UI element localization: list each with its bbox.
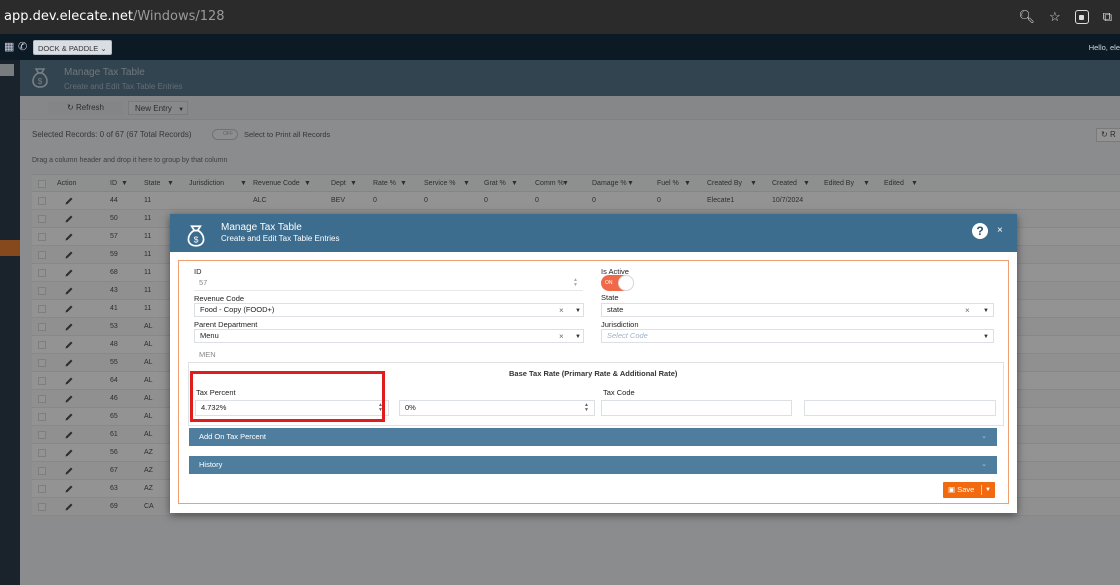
add-on-tax-title: Add On Tax Percent: [199, 432, 266, 441]
save-button[interactable]: ▣ Save ▼: [943, 482, 995, 498]
location-label: DOCK & PADDLE: [38, 44, 99, 53]
clear-parent-icon[interactable]: ×: [559, 332, 564, 341]
save-divider: [981, 485, 982, 495]
revenue-code-select[interactable]: Food - Copy (FOOD+): [194, 303, 584, 317]
state-label: State: [601, 293, 619, 302]
building-icon[interactable]: ▦: [4, 40, 14, 53]
history-accordion[interactable]: History ⌄: [189, 456, 997, 474]
location-dropdown[interactable]: DOCK & PADDLE ⌄: [33, 40, 112, 55]
state-dropdown-icon[interactable]: ▼: [983, 308, 989, 314]
id-stepper[interactable]: ▲ ▼: [573, 278, 578, 288]
browser-chrome: app.dev.elecate.net/Windows/128 🔍︎ ☆ ⧉: [0, 0, 1120, 34]
modal-title: Manage Tax Table: [221, 222, 302, 233]
tax-code-label: Tax Code: [603, 388, 635, 397]
close-icon[interactable]: ×: [997, 225, 1003, 236]
modal-header: $ Manage Tax Table Create and Edit Tax T…: [170, 214, 1017, 252]
state-select[interactable]: state: [601, 303, 994, 317]
help-icon[interactable]: ?: [972, 223, 988, 239]
base-tax-rate-title: Base Tax Rate (Primary Rate & Additional…: [509, 369, 678, 378]
parent-department-value: Menu: [200, 331, 219, 340]
id-value: 57: [199, 278, 208, 287]
modal-subtitle: Create and Edit Tax Table Entries: [221, 234, 340, 243]
jurisdiction-dropdown-icon[interactable]: ▼: [983, 334, 989, 340]
additional-rate-input[interactable]: 0% ▲ ▼: [399, 400, 595, 416]
chevron-down-icon: ⌄: [100, 44, 107, 53]
jurisdiction-label: Jurisdiction: [601, 320, 639, 329]
tax-percent-highlight: [190, 371, 385, 422]
chevron-down-icon: ⌄: [981, 461, 987, 468]
jurisdiction-placeholder: Select Code: [607, 331, 648, 340]
add-on-tax-accordion[interactable]: Add On Tax Percent ⌄: [189, 428, 997, 446]
toggle-knob: [618, 275, 634, 291]
address-bar[interactable]: app.dev.elecate.net/Windows/128: [4, 9, 225, 24]
user-greeting[interactable]: Hello, ele: [1089, 43, 1120, 52]
tax-code-secondary-input[interactable]: [804, 400, 996, 416]
chevron-down-icon: ⌄: [981, 433, 987, 440]
additional-rate-value: 0%: [405, 403, 416, 412]
browser-toolbar-icons: 🔍︎ ☆ ⧉: [1019, 7, 1120, 27]
url-host: app.dev.elecate.net: [4, 9, 133, 24]
parent-department-code: MEN: [199, 350, 216, 359]
bookmark-star-icon[interactable]: ☆: [1049, 9, 1061, 25]
revenue-code-value: Food - Copy (FOOD+): [200, 305, 275, 314]
extension-icon[interactable]: [1074, 10, 1089, 24]
money-bag-icon: $: [187, 225, 205, 247]
save-options-caret-icon[interactable]: ▼: [985, 482, 991, 498]
clear-revenue-icon[interactable]: ×: [559, 306, 564, 315]
parent-department-label: Parent Department: [194, 320, 258, 329]
extensions-puzzle-icon[interactable]: ⧉: [1103, 9, 1112, 25]
revenue-dropdown-icon[interactable]: ▼: [575, 308, 581, 314]
zoom-icon[interactable]: 🔍︎: [1019, 9, 1036, 25]
save-label: Save: [957, 485, 975, 494]
jurisdiction-select[interactable]: Select Code: [601, 329, 994, 343]
app-top-nav: ▦ ✆ DOCK & PADDLE ⌄ Hello, ele: [0, 34, 1120, 60]
clear-state-icon[interactable]: ×: [965, 306, 970, 315]
save-icon: ▣: [948, 485, 956, 494]
url-path: /Windows/128: [132, 9, 225, 24]
additional-rate-stepper[interactable]: ▲ ▼: [584, 403, 589, 413]
phone-icon[interactable]: ✆: [18, 40, 27, 53]
modal-form: ID 57 ▲ ▼ Revenue Code Food - Copy (FOOD+…: [178, 260, 1009, 504]
id-label: ID: [194, 267, 202, 276]
is-active-toggle-text: ON: [605, 280, 613, 286]
svg-text:$: $: [194, 235, 199, 245]
tax-code-input[interactable]: [601, 400, 792, 416]
is-active-toggle[interactable]: ON: [601, 275, 634, 291]
parent-dropdown-icon[interactable]: ▼: [575, 334, 581, 340]
id-field[interactable]: 57 ▲ ▼: [194, 277, 583, 291]
state-value: state: [607, 305, 624, 314]
history-title: History: [199, 460, 223, 469]
revenue-code-label: Revenue Code: [194, 294, 245, 303]
tax-table-modal: $ Manage Tax Table Create and Edit Tax T…: [170, 214, 1017, 513]
parent-department-select[interactable]: Menu: [194, 329, 584, 343]
